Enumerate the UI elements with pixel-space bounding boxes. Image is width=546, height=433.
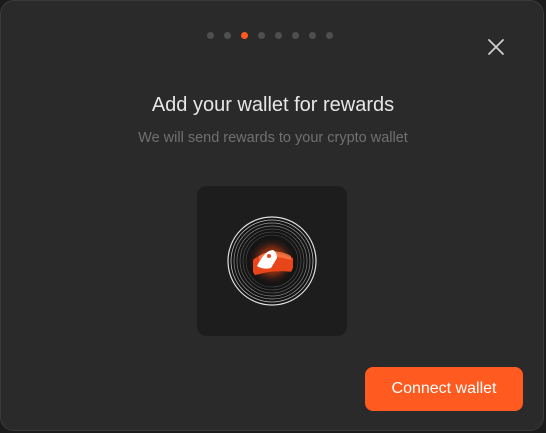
step-dot [275,32,282,39]
crypto-coin-icon [227,216,317,306]
step-dot [326,32,333,39]
step-dot [207,32,214,39]
wallet-illustration [197,186,347,336]
step-dot [292,32,299,39]
step-dot [224,32,231,39]
step-dot [309,32,316,39]
step-indicator [207,32,333,39]
connect-wallet-button[interactable]: Connect wallet [365,367,523,411]
modal-subtitle: We will send rewards to your crypto wall… [138,130,408,146]
modal-title: Add your wallet for rewards [151,94,395,116]
close-icon [488,39,504,55]
step-dot-active [241,32,248,39]
close-button[interactable] [484,35,508,59]
wallet-modal: Add your wallet for rewards We will send… [0,0,544,431]
step-dot [258,32,265,39]
